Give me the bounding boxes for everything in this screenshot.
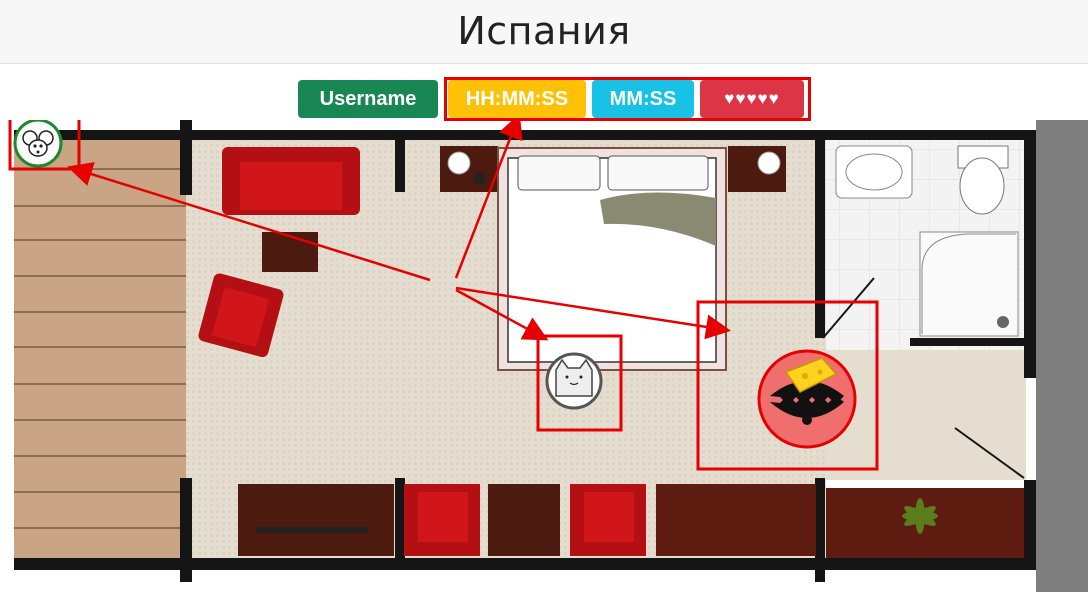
toilet	[959, 157, 1005, 215]
tv	[256, 527, 368, 533]
cat-icon[interactable]	[545, 352, 603, 410]
lives-badge: ♥♥♥♥♥	[700, 80, 804, 118]
page-title: Испания	[457, 9, 631, 53]
page-header: Испания	[0, 0, 1088, 64]
nightstand-left	[440, 146, 498, 192]
pillow	[607, 155, 709, 191]
timer-badge: MM:SS	[592, 80, 694, 118]
side-table	[488, 484, 560, 556]
clock-badge: HH:MM:SS	[448, 80, 586, 118]
coffee-table	[262, 232, 318, 272]
dresser	[656, 484, 816, 556]
trap-with-cheese-icon[interactable]	[757, 349, 857, 449]
outer-wall	[1036, 120, 1088, 592]
game-board[interactable]	[0, 120, 1088, 592]
username-badge: Username	[298, 80, 438, 118]
pillow	[517, 155, 601, 191]
tv-cabinet	[238, 484, 394, 556]
mouse-icon[interactable]	[13, 120, 63, 168]
